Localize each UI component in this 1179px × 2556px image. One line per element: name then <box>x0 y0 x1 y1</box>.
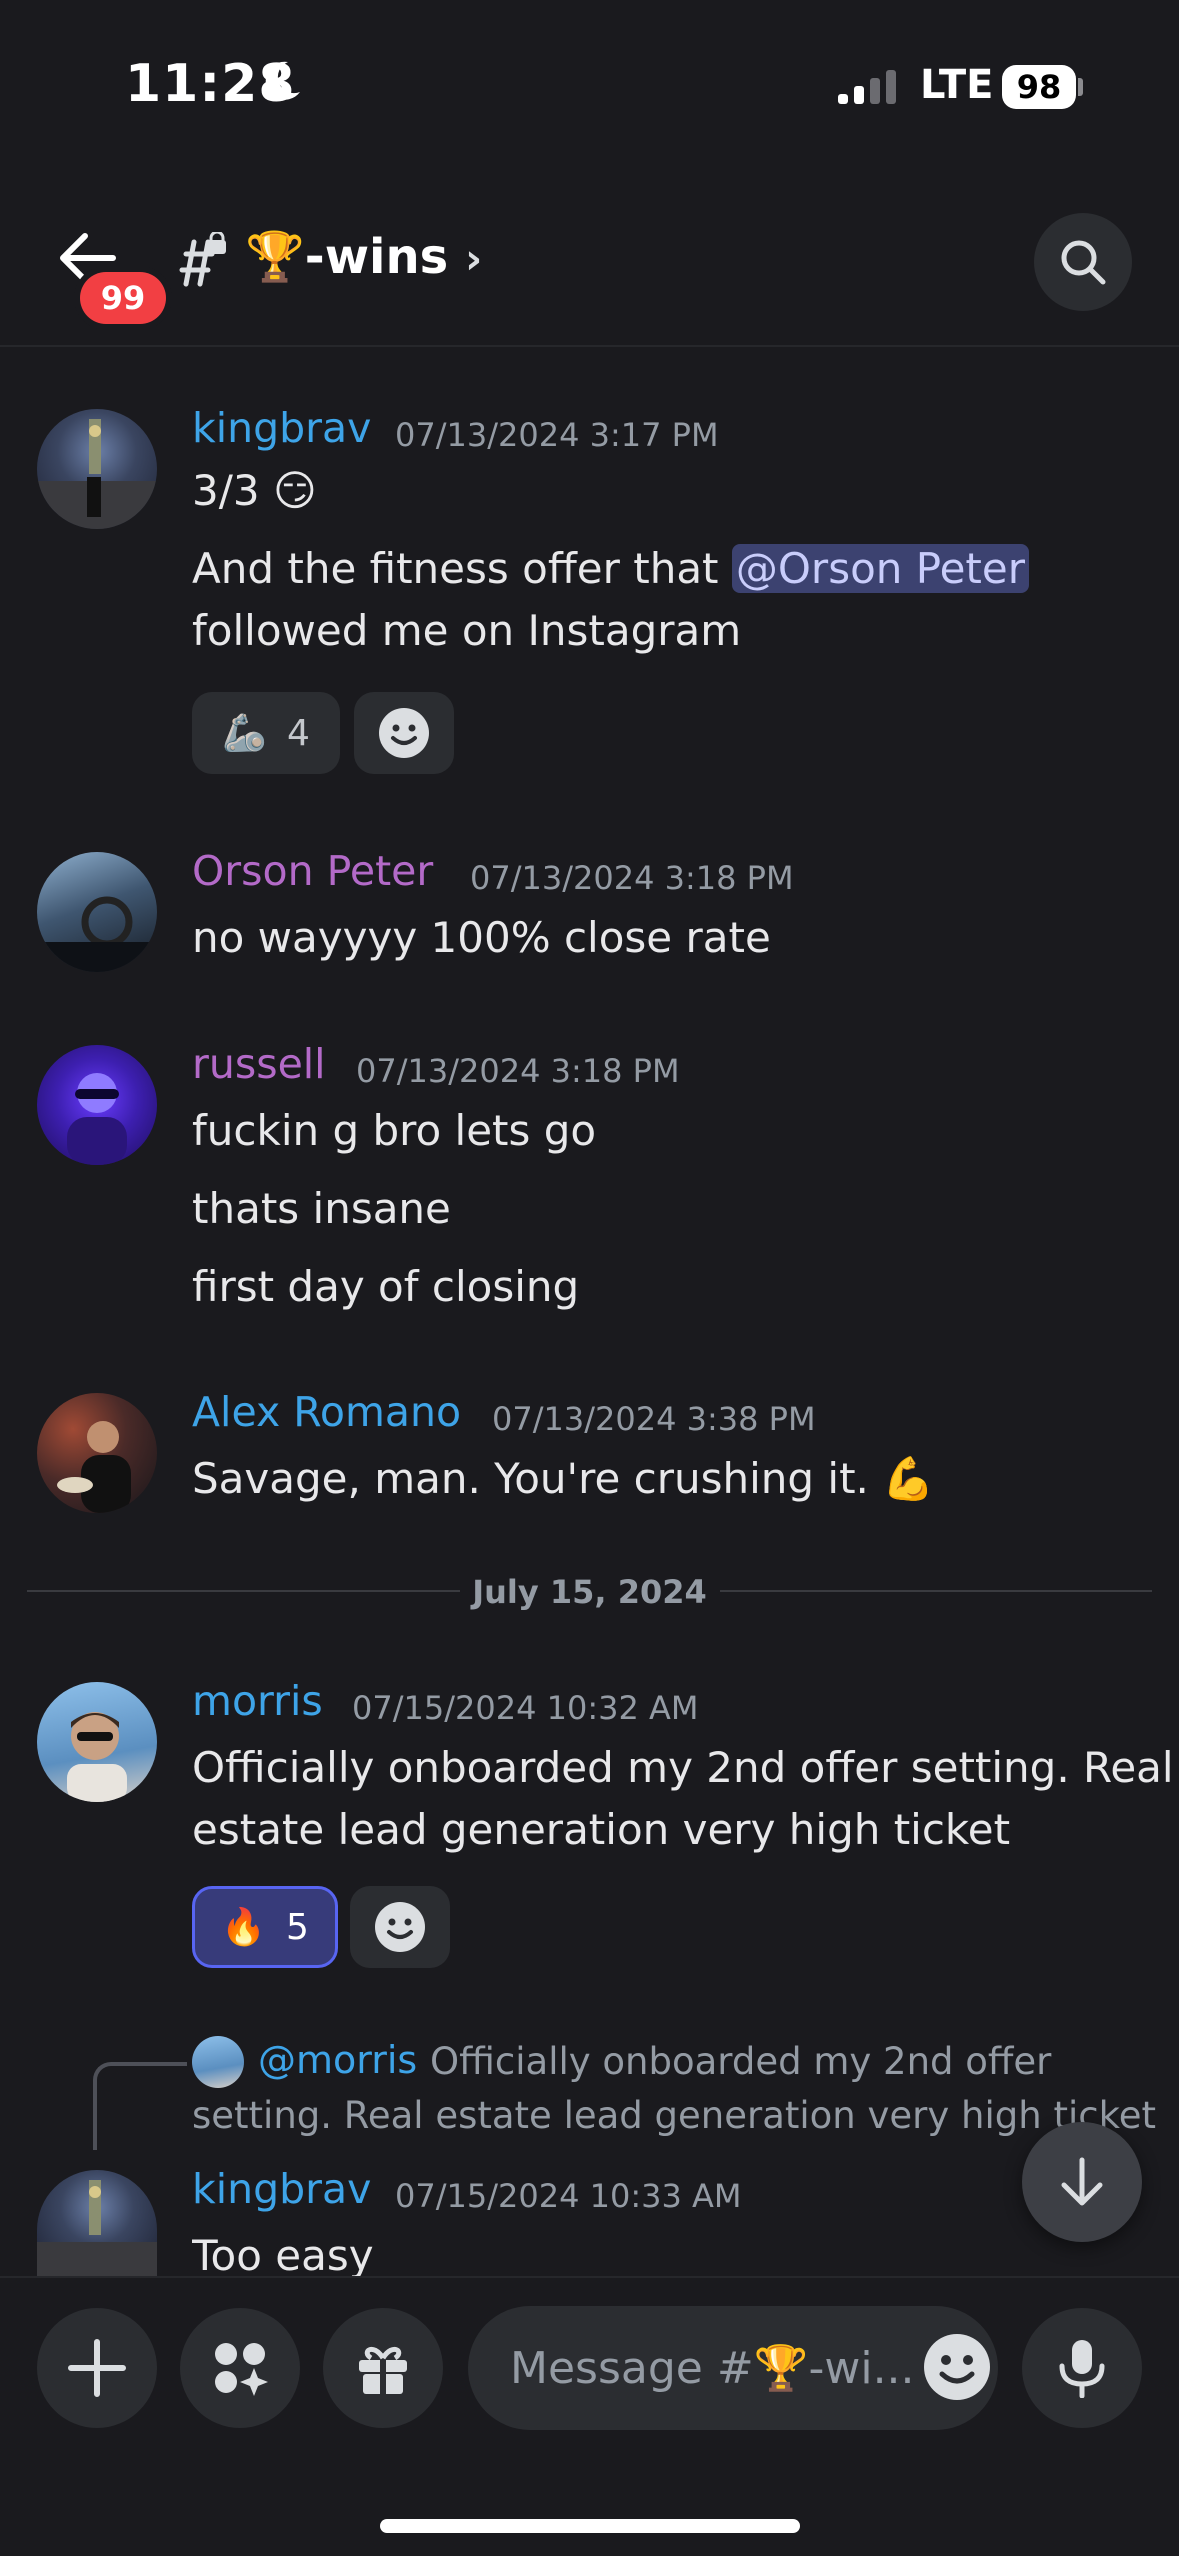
message-text: fuckin g bro lets go <box>192 1106 597 1155</box>
apps-sparkle-icon <box>215 2343 268 2396</box>
arrow-down-icon <box>1061 2157 1103 2206</box>
search-icon <box>1061 240 1106 285</box>
user-mention[interactable]: @Orson Peter <box>731 544 1029 593</box>
search-button[interactable] <box>1034 213 1132 311</box>
home-indicator <box>380 2519 800 2533</box>
message-text: And the fitness offer that @Orson Peter <box>192 544 1029 593</box>
microphone-icon <box>1059 2340 1105 2398</box>
header-divider <box>0 345 1179 347</box>
timestamp: 07/13/2024 3:38 PM <box>492 1400 816 1438</box>
battery-level: 98 <box>1002 65 1076 109</box>
message-text: no wayyyy 100% close rate <box>192 913 771 962</box>
message-placeholder: Message #🏆-wi... <box>510 2343 915 2394</box>
username[interactable]: kingbrav <box>192 2165 371 2213</box>
reaction-emoji: 🔥 <box>221 1907 266 1948</box>
smiley-add-icon <box>375 1902 425 1952</box>
avatar[interactable] <box>37 1045 157 1165</box>
message-text: Savage, man. You're crushing it. 💪 <box>192 1454 935 1503</box>
timestamp: 07/13/2024 3:17 PM <box>395 416 719 454</box>
timestamp: 07/13/2024 3:18 PM <box>470 859 794 897</box>
message-text: 3/3 😏 <box>192 466 317 515</box>
locked-channel-icon <box>179 232 226 287</box>
add-reaction-button[interactable] <box>354 692 454 774</box>
message-text: Too easy <box>192 2231 374 2276</box>
message-text-part: And the fitness offer that <box>192 544 732 593</box>
username[interactable]: Alex Romano <box>192 1388 461 1436</box>
gift-icon <box>359 2346 407 2396</box>
channel-title[interactable]: 🏆-wins › <box>245 228 482 285</box>
composer-divider <box>0 2276 1179 2278</box>
signal-icon <box>838 70 896 104</box>
plus-icon <box>68 2339 126 2397</box>
message-text: Officially onboarded my 2nd offer settin… <box>192 1743 1174 1792</box>
reaction-emoji: 🦾 <box>222 713 267 754</box>
voice-message-button[interactable] <box>1022 2308 1142 2428</box>
reaction-count: 4 <box>286 712 310 754</box>
add-reaction-button[interactable] <box>350 1886 450 1968</box>
emoji-picker-icon[interactable] <box>920 2330 994 2404</box>
reaction-pill[interactable]: 🔥 5 <box>192 1886 338 1968</box>
moon-icon <box>265 61 300 100</box>
battery-cap <box>1078 78 1083 96</box>
message-text: followed me on Instagram <box>192 606 742 655</box>
avatar-photo <box>57 1421 131 1513</box>
reaction-pill[interactable]: 🦾 4 <box>192 692 340 774</box>
avatar[interactable] <box>37 409 157 529</box>
reply-connector <box>93 2062 187 2150</box>
smiley-add-icon <box>379 708 429 758</box>
username[interactable]: russell <box>192 1040 326 1088</box>
jump-to-present-button[interactable] <box>1022 2122 1142 2242</box>
attach-button[interactable] <box>37 2308 157 2428</box>
username[interactable]: morris <box>192 1677 323 1725</box>
apps-button[interactable] <box>180 2308 300 2428</box>
avatar-photo <box>67 1073 127 1165</box>
reply-avatar <box>192 2036 244 2088</box>
message-text: thats insane <box>192 1184 451 1233</box>
avatar[interactable] <box>37 1682 157 1802</box>
message-text: first day of closing <box>192 1262 580 1311</box>
avatar[interactable] <box>37 2170 157 2276</box>
username[interactable]: Orson Peter <box>192 847 433 895</box>
avatar[interactable] <box>37 852 157 972</box>
avatar-photo <box>67 1712 127 1802</box>
unread-badge: 99 <box>80 272 166 324</box>
reply-username[interactable]: @morris <box>258 2038 417 2082</box>
username[interactable]: kingbrav <box>192 404 371 452</box>
network-type: LTE <box>920 62 994 108</box>
channel-name: 🏆-wins <box>245 229 449 285</box>
avatar-photo <box>37 896 157 972</box>
gift-button[interactable] <box>323 2308 443 2428</box>
reply-preview-text[interactable]: Officially onboarded my 2nd offer <box>430 2040 1051 2083</box>
chevron-right-icon: › <box>464 234 483 283</box>
reaction-count: 5 <box>285 1906 309 1948</box>
timestamp: 07/15/2024 10:33 AM <box>395 2177 742 2215</box>
avatar-photo <box>37 419 157 529</box>
timestamp: 07/15/2024 10:32 AM <box>352 1689 699 1727</box>
message-text: estate lead generation very high ticket <box>192 1805 1011 1854</box>
avatar-photo <box>37 2180 157 2276</box>
avatar[interactable] <box>37 1393 157 1513</box>
reply-preview-text[interactable]: setting. Real estate lead generation ver… <box>192 2094 1156 2137</box>
date-separator: July 15, 2024 <box>472 1573 707 1611</box>
timestamp: 07/13/2024 3:18 PM <box>356 1052 680 1090</box>
